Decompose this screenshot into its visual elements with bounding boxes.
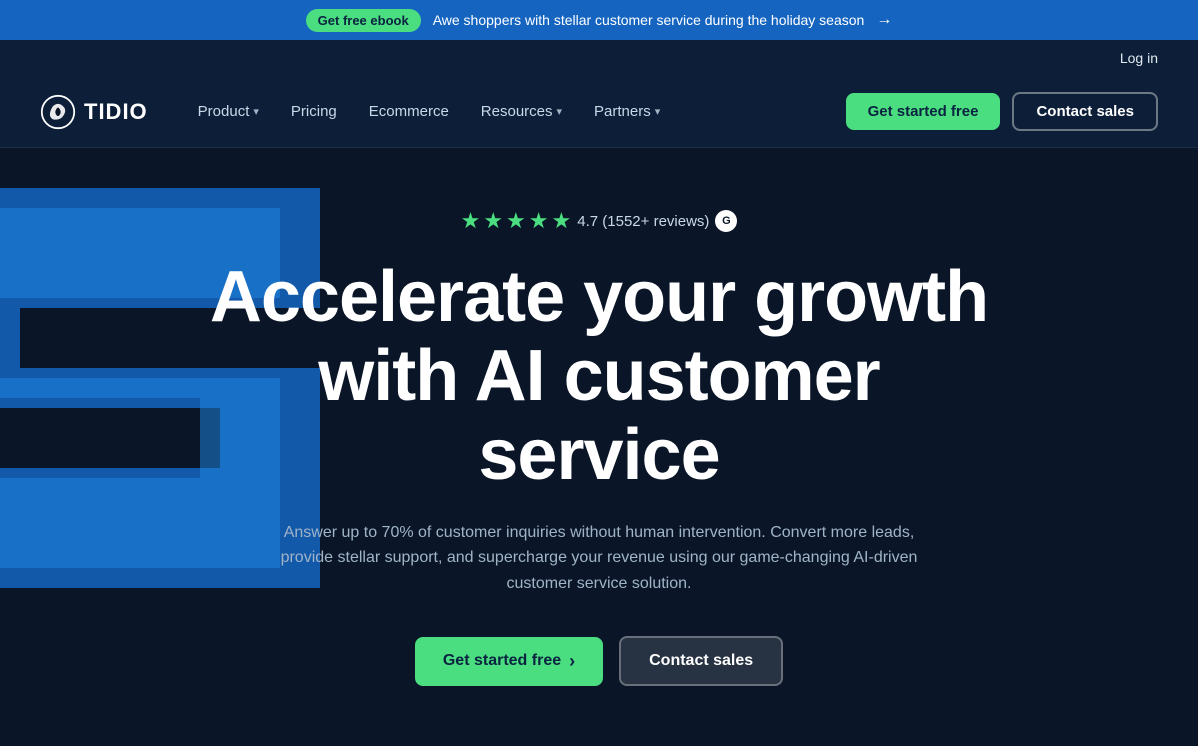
logo-area[interactable]: TIDIO [40,94,148,130]
tidio-logo-icon [40,94,76,130]
star-5: ★ [552,208,572,234]
star-rating: ★ ★ ★ ★ ★ 4.7 (1552+ reviews) G [461,208,738,234]
announcement-bar[interactable]: Get free ebook Awe shoppers with stellar… [0,0,1198,40]
nav-item-pricing[interactable]: Pricing [277,95,351,128]
nav-label-resources: Resources [481,103,553,120]
arrow-icon: › [569,651,575,672]
hero-title: Accelerate your growth with AI customer … [189,258,1009,496]
nav-item-product[interactable]: Product ▾ [184,95,273,128]
star-2: ★ [483,208,503,234]
hero-title-line2: with AI customer service [318,336,879,495]
hero-get-started-button[interactable]: Get started free › [415,637,603,686]
chevron-down-icon-3: ▾ [655,105,661,118]
nav-links: Product ▾ Pricing Ecommerce Resources ▾ … [184,95,846,128]
ebook-badge[interactable]: Get free ebook [306,9,421,32]
capterra-icon: G [715,210,737,232]
stars: ★ ★ ★ ★ ★ [461,208,572,234]
announcement-text: Awe shoppers with stellar customer servi… [433,12,865,28]
nav-item-resources[interactable]: Resources ▾ [467,95,576,128]
star-3: ★ [506,208,526,234]
rating-value: 4.7 (1552+ reviews) [577,213,709,230]
star-4: ★ [529,208,549,234]
announcement-arrow: → [876,11,892,29]
hero-title-line1: Accelerate your growth [210,257,988,337]
hero-subtitle: Answer up to 70% of customer inquiries w… [269,520,929,597]
nav-contact-sales-button[interactable]: Contact sales [1012,92,1158,131]
logo-text: TIDIO [84,99,148,125]
nav-label-ecommerce: Ecommerce [369,103,449,120]
star-1: ★ [461,208,481,234]
nav-actions: Get started free Contact sales [846,92,1158,131]
hero-get-started-label: Get started free [443,652,561,670]
nav-item-partners[interactable]: Partners ▾ [580,95,674,128]
hero-content: ★ ★ ★ ★ ★ 4.7 (1552+ reviews) G Accelera… [189,208,1009,686]
chevron-down-icon-2: ▾ [557,105,563,118]
chevron-down-icon: ▾ [253,105,259,118]
nav-label-pricing: Pricing [291,103,337,120]
utility-bar: Log in [0,40,1198,76]
nav-label-product: Product [198,103,250,120]
hero-section: ★ ★ ★ ★ ★ 4.7 (1552+ reviews) G Accelera… [0,148,1198,746]
login-link[interactable]: Log in [1120,50,1158,66]
nav-item-ecommerce[interactable]: Ecommerce [355,95,463,128]
navbar: TIDIO Product ▾ Pricing Ecommerce Resour… [0,76,1198,148]
nav-label-partners: Partners [594,103,651,120]
nav-get-started-button[interactable]: Get started free [846,93,1001,130]
